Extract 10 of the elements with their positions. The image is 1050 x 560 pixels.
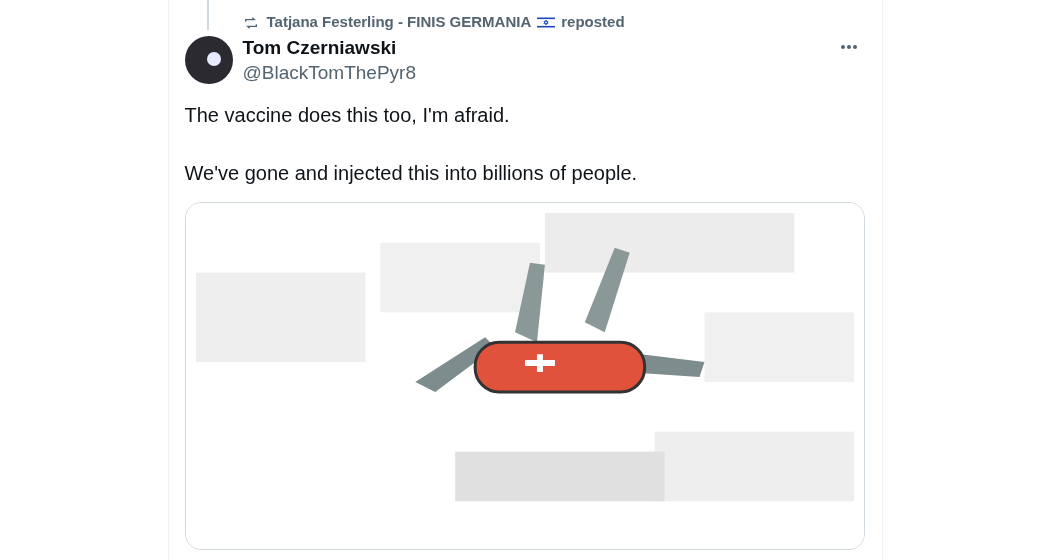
- author-handle[interactable]: @BlackTomThePyr8: [242, 61, 416, 85]
- tweet-text: We've gone and injected this into billions of people.: [184, 161, 639, 186]
- reposter-name[interactable]: Tatjana Festerling - FINIS GERMANIA: [266, 11, 532, 34]
- avatar[interactable]: [184, 36, 233, 84]
- flag-icon: [537, 16, 556, 29]
- author-name[interactable]: Tom Czerniawski: [242, 36, 416, 60]
- repost-icon: [242, 14, 259, 31]
- reposted-label: reposted: [561, 12, 625, 33]
- more-icon: [839, 44, 858, 50]
- tweet-text: The vaccine does this too, I'm afraid.: [184, 103, 511, 128]
